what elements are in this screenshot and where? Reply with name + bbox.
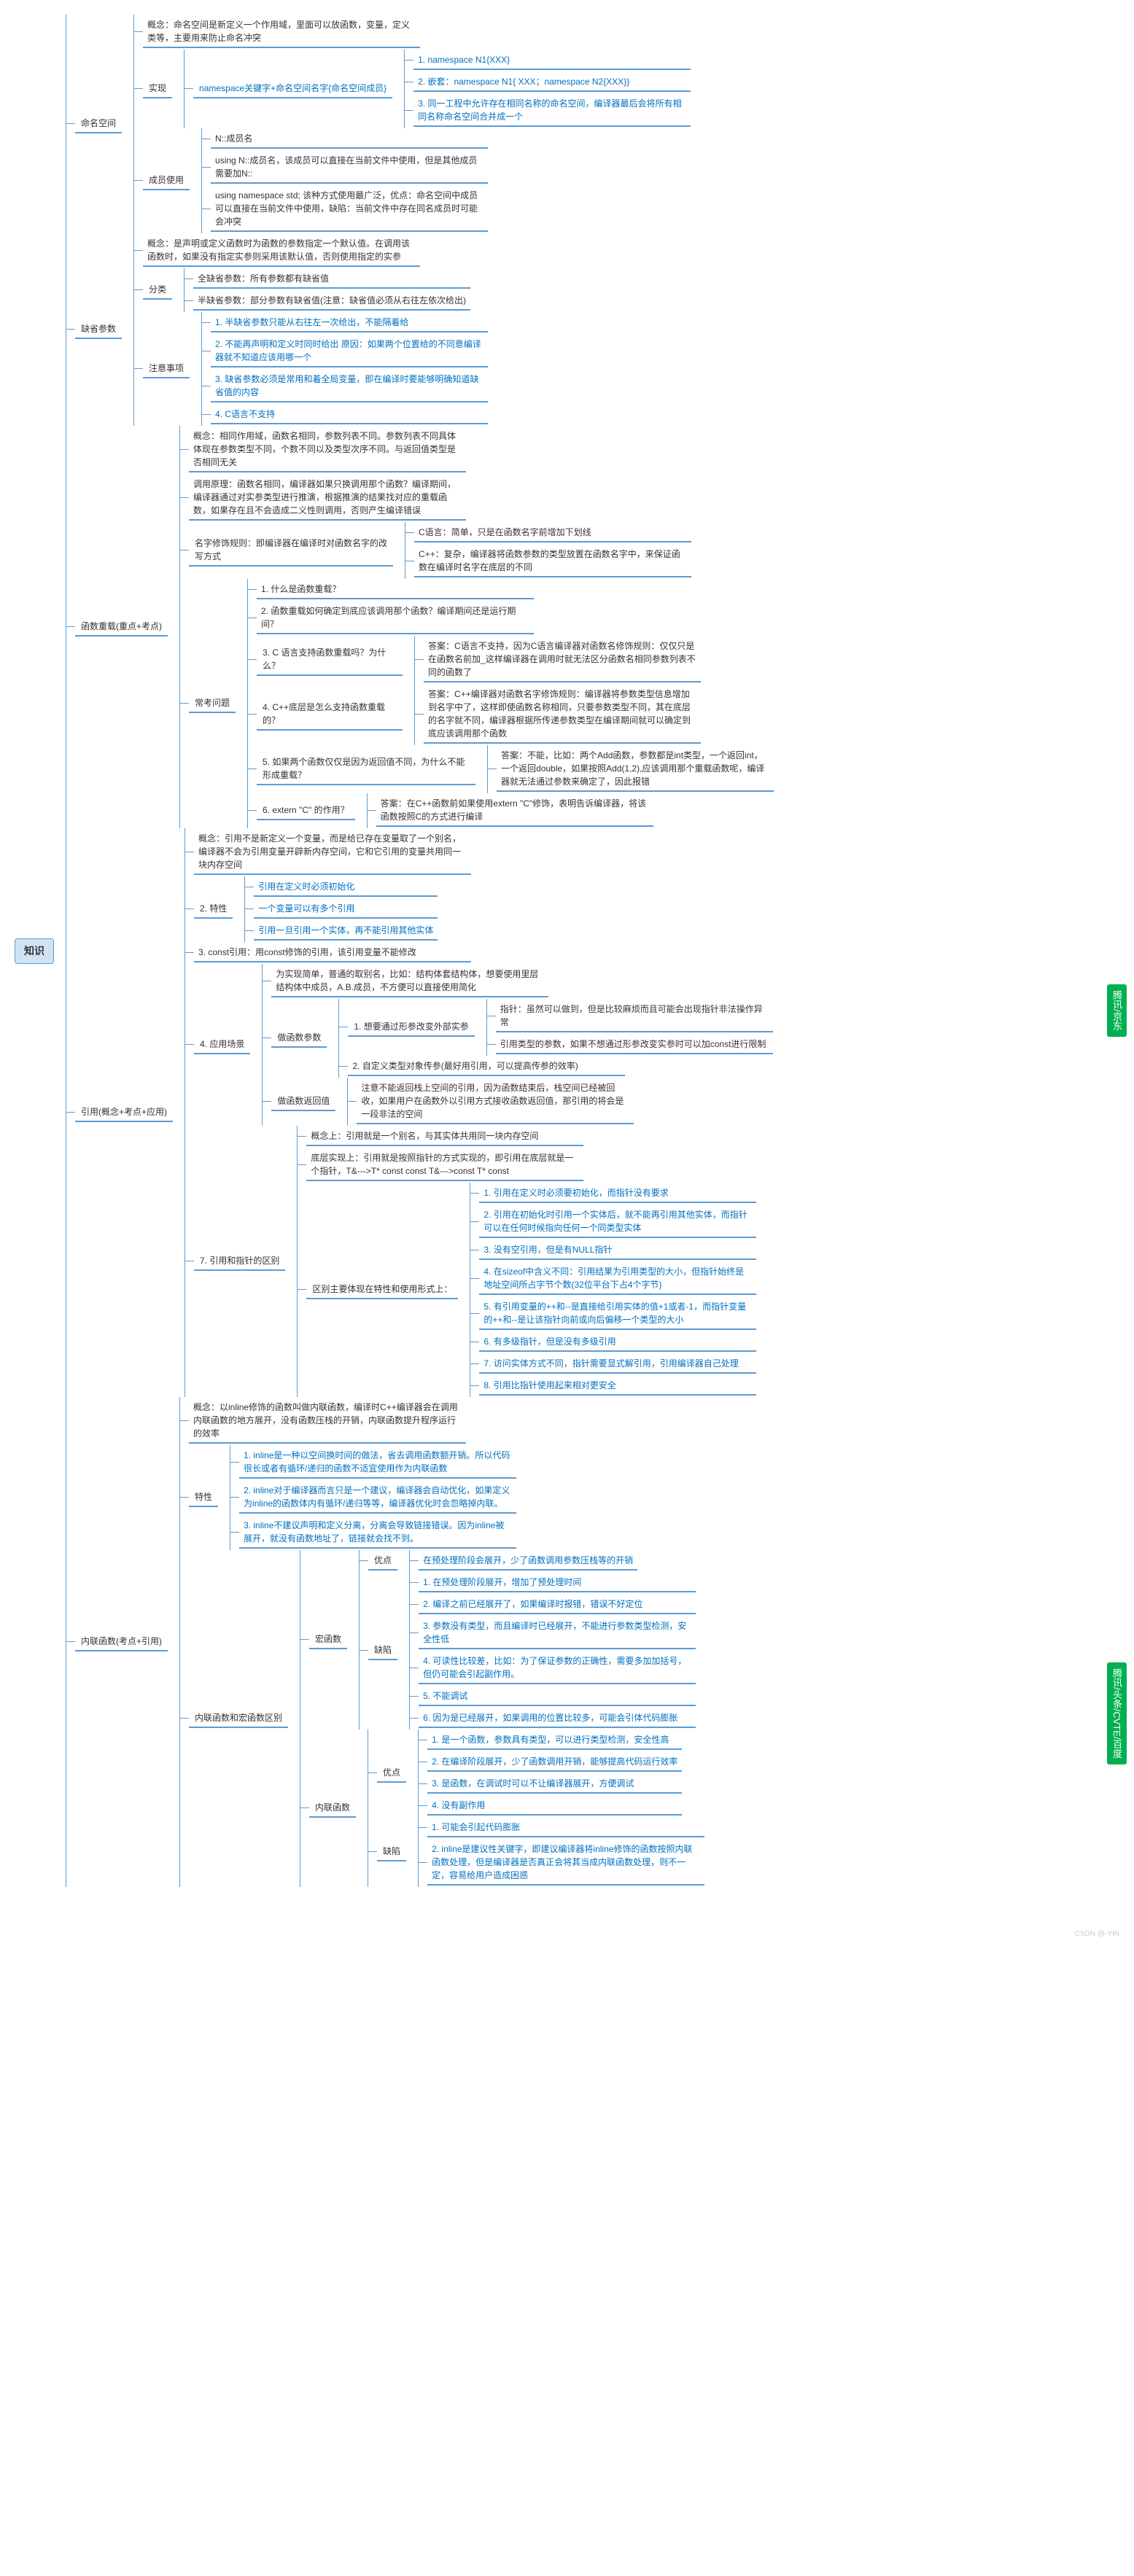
ns-impl-1: 1. namespace N1{XXX} [413, 51, 691, 70]
il-md1: 1. 在预处理阶段展开，增加了预处理时间 [419, 1573, 696, 1592]
ol-q6a: 答案：在C++函数前如果使用extern "C"修饰，表明告诉编译器，将该函数按… [376, 795, 653, 827]
ol-q3a: 答案：C语言不支持，因为C语言编译器对函数名修饰规则：仅仅只是在函数名前加_这样… [424, 637, 701, 682]
def-n1: 1. 半缺省参数只能从右往左一次给出，不能隔着给 [211, 314, 488, 332]
def-category[interactable]: 分类 [143, 281, 172, 300]
il-ip: 优点 [377, 1764, 406, 1783]
il-md3: 3. 参数没有类型，而且编译时已经展开，不能进行参数类型检测，安全性低 [419, 1617, 696, 1649]
ol-q3: 3. C 语言支持函数重载吗？为什么？ [257, 644, 403, 676]
node-namespace[interactable]: 命名空间 [75, 114, 122, 133]
ol-faq[interactable]: 常考问题 [189, 694, 236, 713]
watermark: CSDN @-YIN [1075, 1930, 1119, 1938]
ref-d1: 底层实现上：引用就是按照指针的方式实现的，即引用在底层就是一个指针，T&--->… [306, 1149, 583, 1181]
il-md4: 4. 可读性比较差，比如：为了保证参数的正确性，需要多加加括号，但仍可能会引起副… [419, 1652, 696, 1684]
il-id1: 1. 可能会引起代码膨胀 [427, 1818, 704, 1837]
ref-r4: 4. 在sizeof中含义不同：引用结果为引用类型的大小，但指针始终是地址空间所… [479, 1263, 756, 1295]
ref-use0: 为实现简单，普通的取别名，比如：结构体套结构体，想要使用里层结构体中成员，A.B… [271, 965, 548, 997]
il-ip2: 2. 在编译阶段展开，少了函数调用开销，能够提高代码运行效率 [427, 1753, 682, 1772]
il-mp: 优点 [368, 1552, 397, 1571]
root-node[interactable]: 知识 [15, 938, 54, 964]
ref-d0: 概念上：引用就是一个别名，与其实体共用同一块内存空间 [306, 1127, 583, 1146]
tag-inline-companies: 腾讯/头条/CVTE/百度 [1107, 1662, 1127, 1764]
ol-q6: 6. extern "C" 的作用？ [257, 801, 355, 820]
ol-concept: 概念：相同作用域，函数名相同，参数列表不同。参数列表不同具体体现在参数类型不同，… [189, 427, 466, 472]
def-n4: 4. C语言不支持 [211, 405, 488, 424]
il-f2: 2. inline对于编译器而言只是一个建议，编译器会自动优化，如果定义为inl… [239, 1482, 516, 1514]
ns-mem3: using namespace std; 该种方式使用最广泛，优点：命名空间中成… [211, 187, 488, 232]
def-cat2: 半缺省参数：部分参数有缺省值(注意：缺省值必须从右往左依次给出) [193, 292, 470, 311]
ref-r2: 2. 引用在初始化时引用一个实体后，就不能再引用其他实体，而指针可以在任何时候指… [479, 1206, 756, 1238]
ns-concept: 概念：命名空间是新定义一个作用域，里面可以放函数，变量，定义类等，主要用来防止命… [143, 16, 420, 48]
il-md2: 2. 编译之前已经展开了，如果编译时报错，错误不好定位 [419, 1595, 696, 1614]
il-f1: 1. inline是一种以空间换时间的做法，省去调用函数额开销。所以代码很长或者… [239, 1447, 516, 1479]
ref-fp1: 1. 想要通过形参改变外部实参 [348, 1018, 474, 1037]
node-inline[interactable]: 内联函数(考点+引用) [75, 1633, 168, 1651]
ref-const: 3. const引用：用const修饰的引用，该引用变量不能修改 [194, 943, 471, 962]
ref-fr[interactable]: 做函数返回值 [271, 1092, 335, 1111]
il-inline-fn[interactable]: 内联函数 [309, 1799, 356, 1818]
ol-q2: 2. 函数重载如何确定到底应该调用那个函数？编译期间还是运行期间？ [257, 602, 534, 634]
il-diff[interactable]: 内联函数和宏函数区别 [189, 1709, 288, 1728]
ref-f1: 引用在定义时必须初始化 [254, 878, 438, 897]
ref-feat[interactable]: 2. 特性 [194, 900, 233, 919]
ref-fp1a: 指针：虽然可以做到，但是比较麻烦而且可能会出现指针非法操作异常 [496, 1000, 773, 1032]
ref-dd: 区别主要体现在特性和使用形式上： [306, 1280, 458, 1299]
ol-mangle-c: C语言：简单，只是在函数名字前增加下划线 [414, 524, 691, 542]
ns-mem2: using N::成员名，该成员可以直接在当前文件中使用，但是其他成员需要加N:… [211, 152, 488, 184]
ol-q5a: 答案：不能，比如：两个Add函数，参数都是int类型，一个返回int，一个返回d… [497, 747, 774, 792]
ol-q1: 1. 什么是函数重载？ [257, 580, 534, 599]
def-concept: 概念：是声明或定义函数时为函数的参数指定一个默认值。在调用该函数时，如果没有指定… [143, 235, 420, 267]
il-md5: 5. 不能调试 [419, 1687, 696, 1706]
il-id: 缺陷 [377, 1842, 406, 1861]
ol-q5: 5. 如果两个函数仅仅是因为返回值不同，为什么不能形成重载？ [257, 753, 475, 785]
il-id2: 2. inline是建议性关键字，即建议编译器将inline修饰的函数按照内联函… [427, 1840, 704, 1886]
ref-diff[interactable]: 7. 引用和指针的区别 [194, 1252, 285, 1271]
ol-call: 调用原理：函数名相同，编译器如果只换调用那个函数？编译期间，编译器通过对实参类型… [189, 475, 466, 521]
ns-impl-kw: namespace关键字+命名空间名字{命名空间成员} [193, 79, 392, 98]
def-n2: 2. 不能再声明和定义时同时给出 原因：如果两个位置给的不同意编译器就不知道应该… [211, 335, 488, 367]
ns-mem1: N::成员名 [211, 130, 488, 149]
ref-r8: 8. 引用比指针使用起来相对更安全 [479, 1377, 756, 1396]
ns-member[interactable]: 成员使用 [143, 171, 190, 190]
il-md: 缺陷 [368, 1641, 397, 1660]
def-cat1: 全缺省参数：所有参数都有缺省值 [193, 270, 470, 289]
ol-q4: 4. C++底层是怎么支持函数重载的？ [257, 699, 403, 731]
il-feat[interactable]: 特性 [189, 1488, 218, 1507]
ref-concept: 概念：引用不是新定义一个变量，而是给已存在变量取了一个别名，编译器不会为引用变量… [194, 830, 471, 875]
ref-r1: 1. 引用在定义时必须要初始化，而指针没有要求 [479, 1184, 756, 1203]
il-mp1: 在预处理阶段会展开，少了函数调用参数压栈等的开销 [419, 1552, 637, 1571]
def-n3: 3. 缺省参数必须是常用和着全局变量，即在编译时要能够明确知道缺省值的内容 [211, 370, 488, 402]
ref-r7: 7. 访问实体方式不同，指针需要显式解引用，引用编译器自己处理 [479, 1355, 756, 1374]
ref-fp2: 2. 自定义类型对象传参(最好用引用，可以提高传参的效率) [348, 1057, 625, 1076]
il-md6: 6. 因为是已经展开，如果调用的位置比较多，可能会引体代码膨胀 [419, 1709, 696, 1728]
ol-mangle-cpp: C++：复杂，编译器将函数参数的类型放置在函数名字中，来保证函数在编译时名字在底… [414, 545, 691, 577]
ns-impl-2: 2. 嵌套：namespace N1{ XXX；namespace N2{XXX… [413, 73, 691, 92]
il-ip3: 3. 是函数，在调试时可以不让编译器展开，方便调试 [427, 1775, 682, 1794]
ref-fp[interactable]: 做函数参数 [271, 1029, 327, 1048]
ol-mangle: 名字修饰规则：即编译器在编译时对函数名字的改写方式 [189, 534, 393, 567]
ns-impl[interactable]: 实现 [143, 79, 172, 98]
il-ip1: 1. 是一个函数，参数具有类型，可以进行类型检测，安全性高 [427, 1731, 682, 1750]
ref-r6: 6. 有多级指针，但是没有多级引用 [479, 1333, 756, 1352]
ref-r3: 3. 没有空引用，但是有NULL指针 [479, 1241, 756, 1260]
ol-q4a: 答案：C++编译器对函数名字修饰规则：编译器将参数类型信息增加到名字中了，这样即… [424, 685, 701, 744]
node-overload[interactable]: 函数重载(重点+考点) [75, 618, 168, 637]
ref-fp1b: 引用类型的参数，如果不想通过形参改变实参时可以加const进行限制 [496, 1035, 773, 1054]
tag-reference-companies: 腾讯/京东 [1107, 984, 1127, 1037]
ref-r5: 5. 有引用变量的++和--是直接给引用实体的值+1或者-1，而指针变量的++和… [479, 1298, 756, 1330]
node-reference[interactable]: 引用(概念+考点+应用) [75, 1103, 173, 1122]
def-notes[interactable]: 注意事项 [143, 359, 190, 378]
ref-fr1: 注意不能返回栈上空间的引用，因为函数结束后，栈空间已经被回收，如果用户在函数外以… [357, 1079, 634, 1124]
ref-f3: 引用一旦引用一个实体，再不能引用其他实体 [254, 922, 438, 941]
node-default-params[interactable]: 缺省参数 [75, 320, 122, 339]
ref-use[interactable]: 4. 应用场景 [194, 1035, 250, 1054]
ref-f2: 一个变量可以有多个引用 [254, 900, 438, 919]
il-concept: 概念：以inline修饰的函数叫做内联函数，编译时C++编译器会在调用内联函数的… [189, 1398, 466, 1444]
il-macro[interactable]: 宏函数 [309, 1630, 347, 1649]
il-ip4: 4. 没有副作用 [427, 1797, 682, 1816]
ns-impl-3: 3. 同一工程中允许存在相同名称的命名空间，编译器最后会将所有相同名称命名空间合… [413, 95, 691, 127]
il-f3: 3. inline不建议声明和定义分离，分离会导致链接错误。因为inline被展… [239, 1517, 516, 1549]
